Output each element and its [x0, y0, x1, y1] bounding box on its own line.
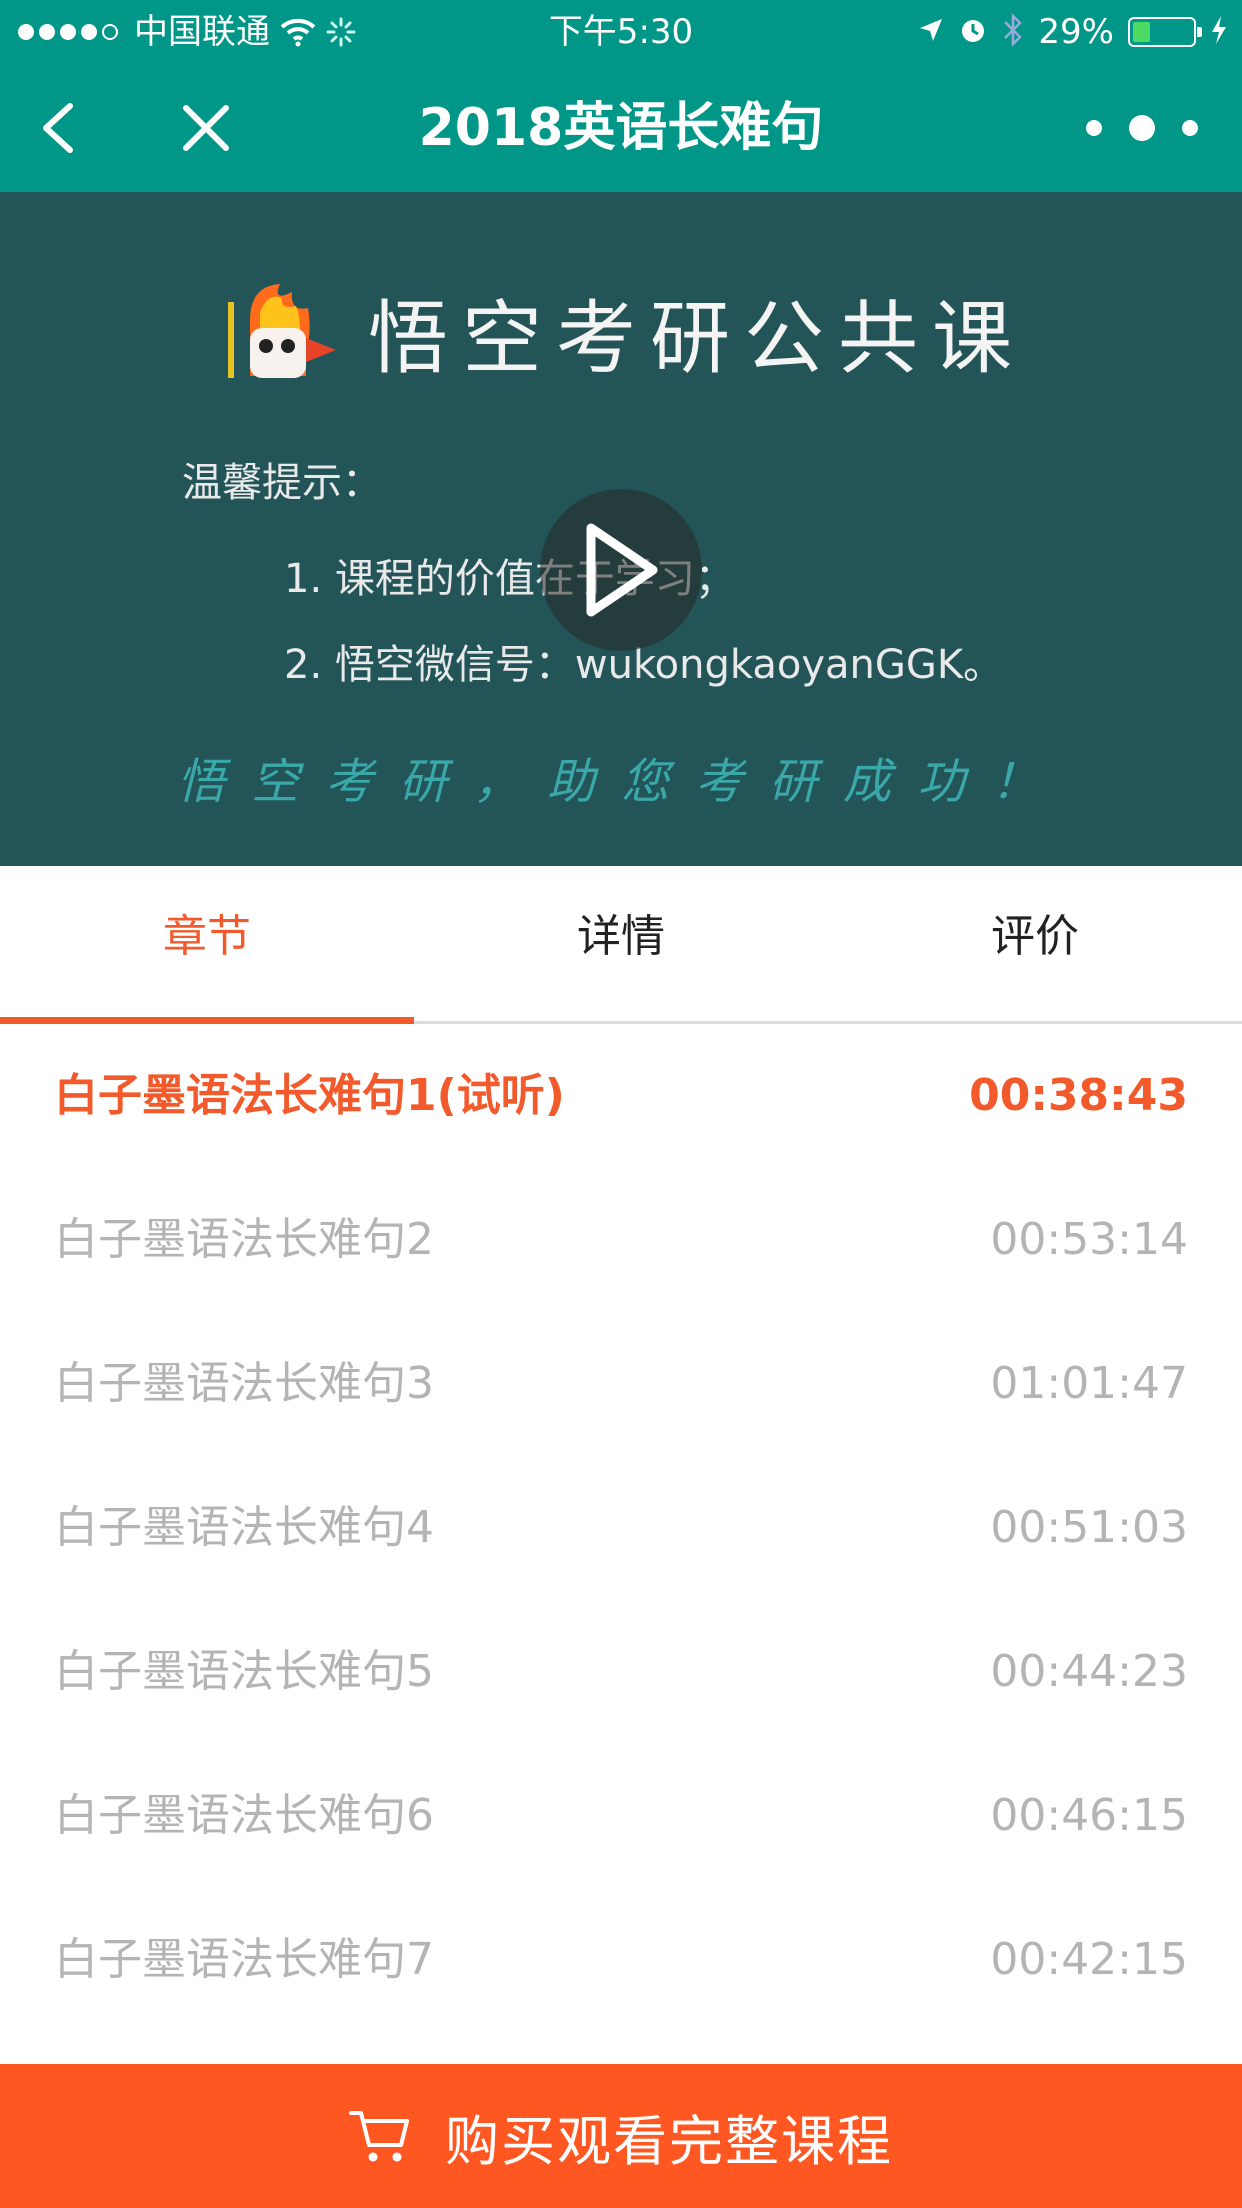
status-bar: 中国联通 下午5:30 29% [0, 0, 1242, 64]
chapter-duration: 00:53:14 [990, 1214, 1188, 1265]
chapter-title: 白子墨语法长难句5 [54, 1646, 434, 1697]
list-item[interactable]: 白子墨语法长难句5 00:44:23 [0, 1600, 1242, 1744]
list-item[interactable]: 白子墨语法长难句4 00:51:03 [0, 1456, 1242, 1600]
battery-percent: 29% [1038, 12, 1114, 52]
chapter-title: 白子墨语法长难句4 [54, 1502, 434, 1553]
tip-heading: 温馨提示： [182, 460, 382, 506]
location-arrow-icon [918, 17, 944, 47]
chapter-duration: 00:42:15 [990, 1934, 1188, 1985]
bluetooth-icon [1002, 12, 1024, 51]
list-item[interactable]: 白子墨语法长难句3 01:01:47 [0, 1312, 1242, 1456]
battery-icon [1128, 17, 1202, 47]
play-icon [586, 523, 658, 617]
close-icon [183, 105, 229, 151]
chapter-list: 白子墨语法长难句1(试听) 00:38:43 白子墨语法长难句2 00:53:1… [0, 1024, 1242, 2032]
monkey-mascot-logo [228, 284, 336, 378]
video-player[interactable]: 悟空考研公共课 温馨提示： 1. 课程的价值在于学习； 2. 悟空微信号：wuk… [0, 192, 1242, 866]
alarm-clock-icon [958, 15, 988, 49]
tab-chapters[interactable]: 章节 [0, 866, 414, 1021]
page-title: 2018英语长难句 [418, 98, 824, 158]
chapter-title: 白子墨语法长难句2 [54, 1214, 434, 1265]
chapter-title: 白子墨语法长难句1(试听) [54, 1070, 565, 1121]
chapter-title: 白子墨语法长难句7 [54, 1934, 434, 1985]
buy-button-label: 购买观看完整课程 [445, 2109, 893, 2173]
close-button[interactable] [178, 100, 234, 156]
tab-bar: 章节 详情 评价 [0, 866, 1242, 1024]
chapter-duration: 01:01:47 [990, 1358, 1188, 1409]
more-dots-icon [1086, 120, 1102, 136]
list-item[interactable]: 白子墨语法长难句7 00:42:15 [0, 1888, 1242, 2032]
tab-details[interactable]: 详情 [414, 866, 828, 1021]
chapter-duration: 00:44:23 [990, 1646, 1188, 1697]
chapter-title: 白子墨语法长难句3 [54, 1358, 434, 1409]
list-item[interactable]: 白子墨语法长难句6 00:46:15 [0, 1744, 1242, 1888]
chapter-duration: 00:46:15 [990, 1790, 1188, 1841]
tab-reviews[interactable]: 评价 [828, 866, 1242, 1021]
chapter-duration: 00:51:03 [990, 1502, 1188, 1553]
chapter-duration: 00:38:43 [969, 1070, 1188, 1121]
chapter-title: 白子墨语法长难句6 [54, 1790, 434, 1841]
back-button[interactable] [34, 100, 90, 156]
more-options-button[interactable] [1086, 108, 1198, 148]
shopping-cart-icon [349, 2111, 409, 2162]
navigation-bar: 2018英语长难句 [0, 64, 1242, 192]
active-tab-indicator [0, 1017, 414, 1024]
slogan: 悟空考研，助您考研成功！ [176, 754, 1065, 810]
charging-bolt-icon [1210, 15, 1228, 49]
play-button[interactable] [540, 489, 702, 651]
chevron-left-icon [43, 103, 73, 153]
brand-header: 悟空考研公共课 [220, 272, 1026, 392]
brand-name: 悟空考研公共课 [368, 292, 1026, 385]
status-right: 29% [918, 10, 1228, 54]
list-item[interactable]: 白子墨语法长难句1(试听) 00:38:43 [0, 1024, 1242, 1168]
list-item[interactable]: 白子墨语法长难句2 00:53:14 [0, 1168, 1242, 1312]
buy-full-course-button[interactable]: 购买观看完整课程 [0, 2064, 1242, 2208]
